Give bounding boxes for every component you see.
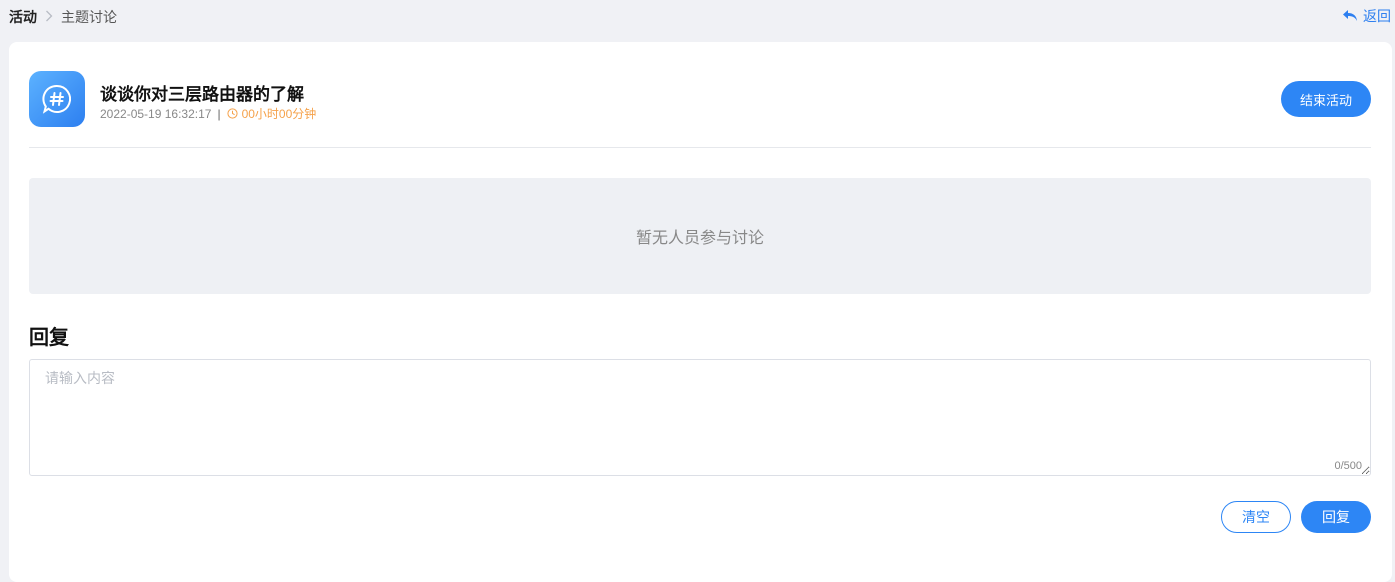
hashtag-chat-icon — [29, 71, 85, 127]
topic-header: 谈谈你对三层路由器的了解 2022-05-19 16:32:17 | 00小时0… — [29, 71, 1371, 148]
topic-date: 2022-05-19 16:32:17 — [100, 106, 212, 121]
breadcrumb-current: 主题讨论 — [61, 9, 117, 25]
duration-text: 00小时00分钟 — [241, 107, 317, 121]
discussion-card: 谈谈你对三层路由器的了解 2022-05-19 16:32:17 | 00小时0… — [9, 42, 1392, 582]
topic-title: 谈谈你对三层路由器的了解 — [100, 85, 304, 104]
back-label: 返回 — [1363, 8, 1391, 24]
back-button[interactable]: 返回 — [1342, 6, 1391, 26]
reply-input[interactable] — [29, 359, 1371, 476]
clock-icon — [226, 108, 238, 119]
discussion-empty-state: 暂无人员参与讨论 — [29, 178, 1371, 294]
clear-button[interactable]: 清空 — [1221, 501, 1291, 533]
char-counter: 0/500 — [1334, 460, 1362, 472]
topic-duration: 00小时00分钟 — [226, 105, 317, 122]
meta-separator: | — [217, 106, 221, 121]
breadcrumb-activity[interactable]: 活动 — [9, 7, 37, 27]
reply-heading: 回复 — [29, 327, 69, 349]
top-bar: 活动 主题讨论 返回 — [0, 0, 1395, 32]
reply-area: 0/500 — [29, 359, 1371, 476]
empty-message: 暂无人员参与讨论 — [635, 230, 764, 247]
reply-submit-button[interactable]: 回复 — [1301, 501, 1371, 533]
breadcrumb: 活动 主题讨论 — [9, 7, 117, 27]
topic-meta: 2022-05-19 16:32:17 | 00小时00分钟 — [100, 105, 316, 122]
reply-arrow-icon — [1343, 10, 1357, 21]
end-activity-button[interactable]: 结束活动 — [1281, 81, 1371, 117]
chevron-right-icon — [45, 10, 53, 25]
